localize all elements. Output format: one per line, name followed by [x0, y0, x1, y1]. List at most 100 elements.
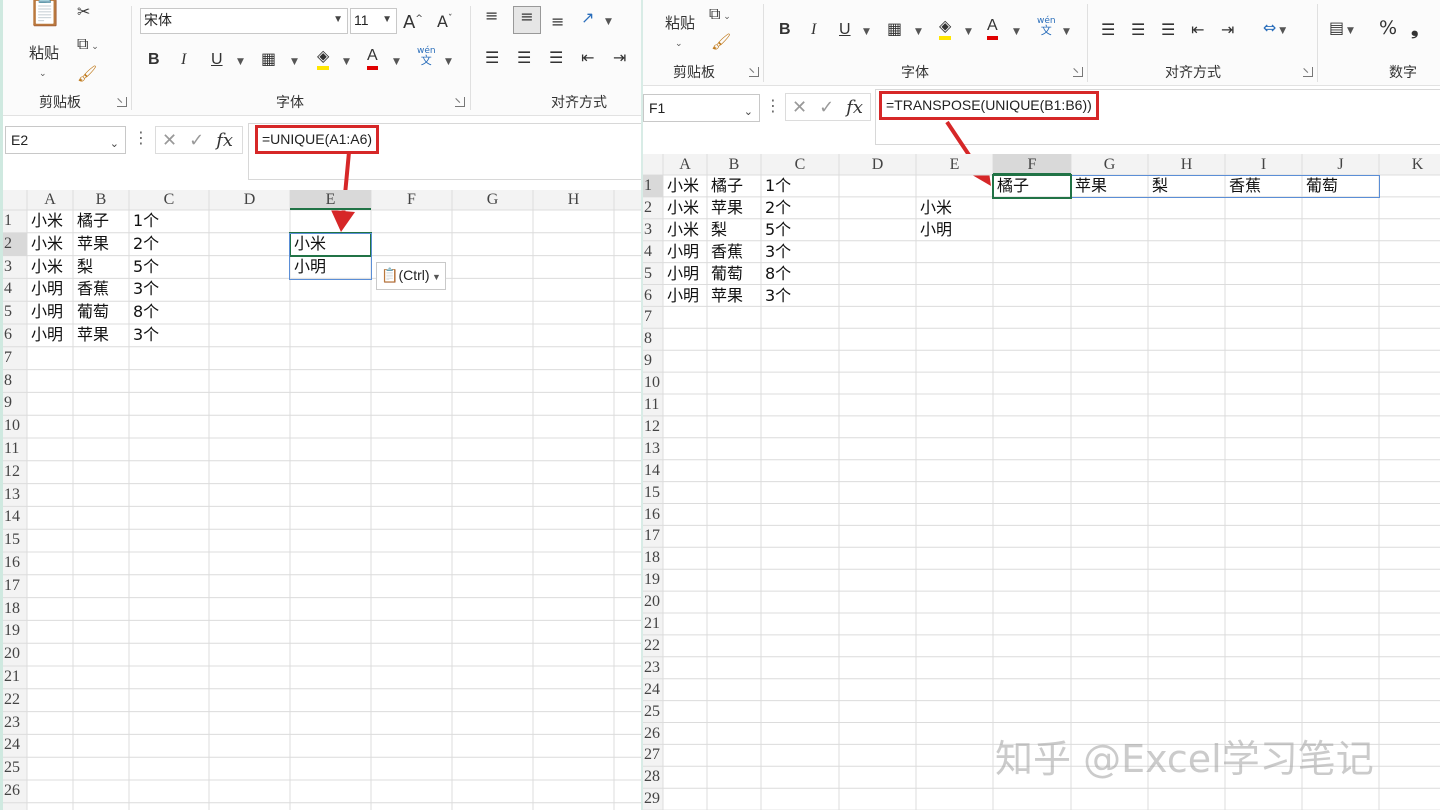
row-header[interactable]: 13 [3, 484, 27, 507]
font-color-icon[interactable]: A [987, 16, 998, 40]
row-header[interactable]: 21 [643, 613, 663, 635]
row-header[interactable]: 5 [3, 301, 27, 324]
column-header-B[interactable]: B [707, 154, 761, 175]
row-header[interactable]: 24 [3, 734, 27, 757]
row-header[interactable]: 20 [3, 643, 27, 666]
phonetic-icon[interactable]: wén 文 [417, 46, 436, 67]
font-size-select[interactable]: 11 ▼ [350, 8, 397, 34]
row-header[interactable]: 25 [3, 757, 27, 780]
row-header[interactable]: 14 [3, 506, 27, 529]
paste-icon[interactable]: 📋 [25, 0, 65, 40]
table-cell[interactable]: 小米 [27, 256, 73, 279]
column-header-D[interactable]: D [839, 154, 916, 175]
row-header[interactable]: 24 [643, 679, 663, 701]
column-header-H[interactable]: H [533, 190, 614, 210]
phonetic-icon[interactable]: wén 文 [1037, 16, 1056, 37]
formula-input[interactable]: =TRANSPOSE(UNIQUE(B1:B6)) [879, 91, 1099, 120]
border-icon[interactable]: ▦ [261, 49, 276, 69]
bold-button[interactable]: B [148, 50, 160, 70]
currency-icon[interactable]: ▤ ▼ [1329, 18, 1354, 41]
bold-button[interactable]: B [779, 20, 791, 40]
underline-button[interactable]: U [211, 50, 223, 70]
row-header[interactable]: 15 [643, 482, 663, 504]
more-icon[interactable]: ⋮ [765, 96, 781, 116]
row-header[interactable]: 8 [3, 370, 27, 393]
table-cell[interactable]: 小米 [663, 197, 707, 219]
table-cell[interactable]: 梨 [73, 256, 129, 279]
row-header[interactable]: 14 [643, 460, 663, 482]
more-icon[interactable]: ⋮ [133, 128, 149, 148]
font-color-dropdown-icon[interactable]: ▼ [1013, 22, 1020, 42]
row-header[interactable]: 18 [643, 547, 663, 569]
row-header[interactable]: 27 [643, 744, 663, 766]
table-cell[interactable]: 2个 [129, 233, 209, 256]
spill-result-cell[interactable]: 小明 [916, 219, 993, 241]
row-header[interactable]: 28 [643, 766, 663, 788]
enter-icon[interactable]: ✓ [189, 130, 204, 151]
table-cell[interactable]: 梨 [707, 219, 761, 241]
align-left-icon[interactable]: ☰ [1101, 20, 1115, 40]
row-header[interactable]: 4 [643, 241, 663, 263]
font-color-icon[interactable]: A [367, 46, 378, 70]
merge-icon[interactable]: ⇔ ▼ [1263, 18, 1286, 41]
comma-button[interactable]: ❟ [1411, 18, 1418, 38]
row-header[interactable]: 19 [643, 569, 663, 591]
font-name-select[interactable]: 宋体 ▼ [140, 8, 348, 34]
row-header[interactable]: 15 [3, 529, 27, 552]
row-header[interactable]: 22 [643, 635, 663, 657]
shrink-font-button[interactable]: Aˇ [437, 9, 452, 32]
table-cell[interactable]: 橘子 [73, 210, 129, 233]
table-cell[interactable]: 苹果 [73, 324, 129, 347]
paste-button[interactable]: 粘贴 [665, 12, 695, 33]
table-cell[interactable]: 苹果 [707, 197, 761, 219]
row-header[interactable]: 17 [3, 575, 27, 598]
row-header[interactable]: 20 [643, 591, 663, 613]
row-header[interactable]: 18 [3, 598, 27, 621]
table-cell[interactable]: 小明 [27, 324, 73, 347]
column-header-F[interactable]: F [993, 154, 1071, 175]
table-cell[interactable]: 小明 [27, 301, 73, 324]
table-cell[interactable]: 苹果 [73, 233, 129, 256]
row-header[interactable]: 22 [3, 689, 27, 712]
increase-indent-icon[interactable]: ⇥ [1221, 20, 1234, 40]
table-cell[interactable]: 香蕉 [707, 241, 761, 263]
table-cell[interactable]: 小米 [663, 175, 707, 197]
fill-color-icon[interactable]: ◈ [939, 16, 952, 40]
align-center-icon[interactable]: ☰ [517, 48, 531, 68]
row-header[interactable]: 12 [643, 416, 663, 438]
cancel-icon[interactable]: ✕ [162, 130, 177, 151]
table-cell[interactable]: 2个 [761, 197, 839, 219]
table-cell[interactable]: 小明 [663, 263, 707, 285]
column-header-J[interactable]: J [1302, 154, 1379, 175]
paste-button[interactable]: 粘贴 [29, 42, 59, 63]
table-cell[interactable]: 3个 [129, 278, 209, 301]
column-header-E[interactable]: E [290, 190, 371, 210]
column-header-C[interactable]: C [761, 154, 839, 175]
column-header-C[interactable]: C [129, 190, 209, 210]
copy-icon[interactable]: ⧉ ⌄ [709, 4, 731, 27]
name-box[interactable]: E2 ⌄ [5, 126, 126, 154]
fill-dropdown-icon[interactable]: ▼ [343, 52, 350, 72]
underline-dropdown-icon[interactable]: ▼ [237, 52, 244, 72]
row-header[interactable]: 10 [643, 372, 663, 394]
align-middle-icon[interactable]: ≡ [513, 6, 541, 34]
name-box[interactable]: F1 ⌄ [643, 94, 760, 122]
row-header[interactable]: 5 [643, 263, 663, 285]
copy-icon[interactable]: ⧉ ⌄ [77, 34, 99, 57]
phonetic-dropdown-icon[interactable]: ▼ [1063, 22, 1070, 42]
font-color-dropdown-icon[interactable]: ▼ [393, 52, 400, 72]
table-cell[interactable]: 小米 [663, 219, 707, 241]
row-header[interactable]: 25 [643, 701, 663, 723]
format-painter-icon[interactable]: 🖌 [77, 64, 97, 84]
row-header[interactable]: 11 [643, 394, 663, 416]
align-launcher-icon[interactable] [1303, 67, 1313, 77]
decrease-indent-icon[interactable]: ⇤ [581, 48, 594, 68]
row-header[interactable]: 9 [3, 392, 27, 415]
insert-function-icon[interactable]: fx [216, 130, 233, 151]
orientation-dropdown-icon[interactable]: ▼ [605, 12, 612, 32]
align-right-icon[interactable]: ☰ [549, 48, 563, 68]
italic-button[interactable]: I [181, 50, 186, 70]
row-header[interactable]: 23 [3, 712, 27, 735]
row-header[interactable]: 2 [3, 233, 27, 256]
row-header[interactable]: 9 [643, 350, 663, 372]
